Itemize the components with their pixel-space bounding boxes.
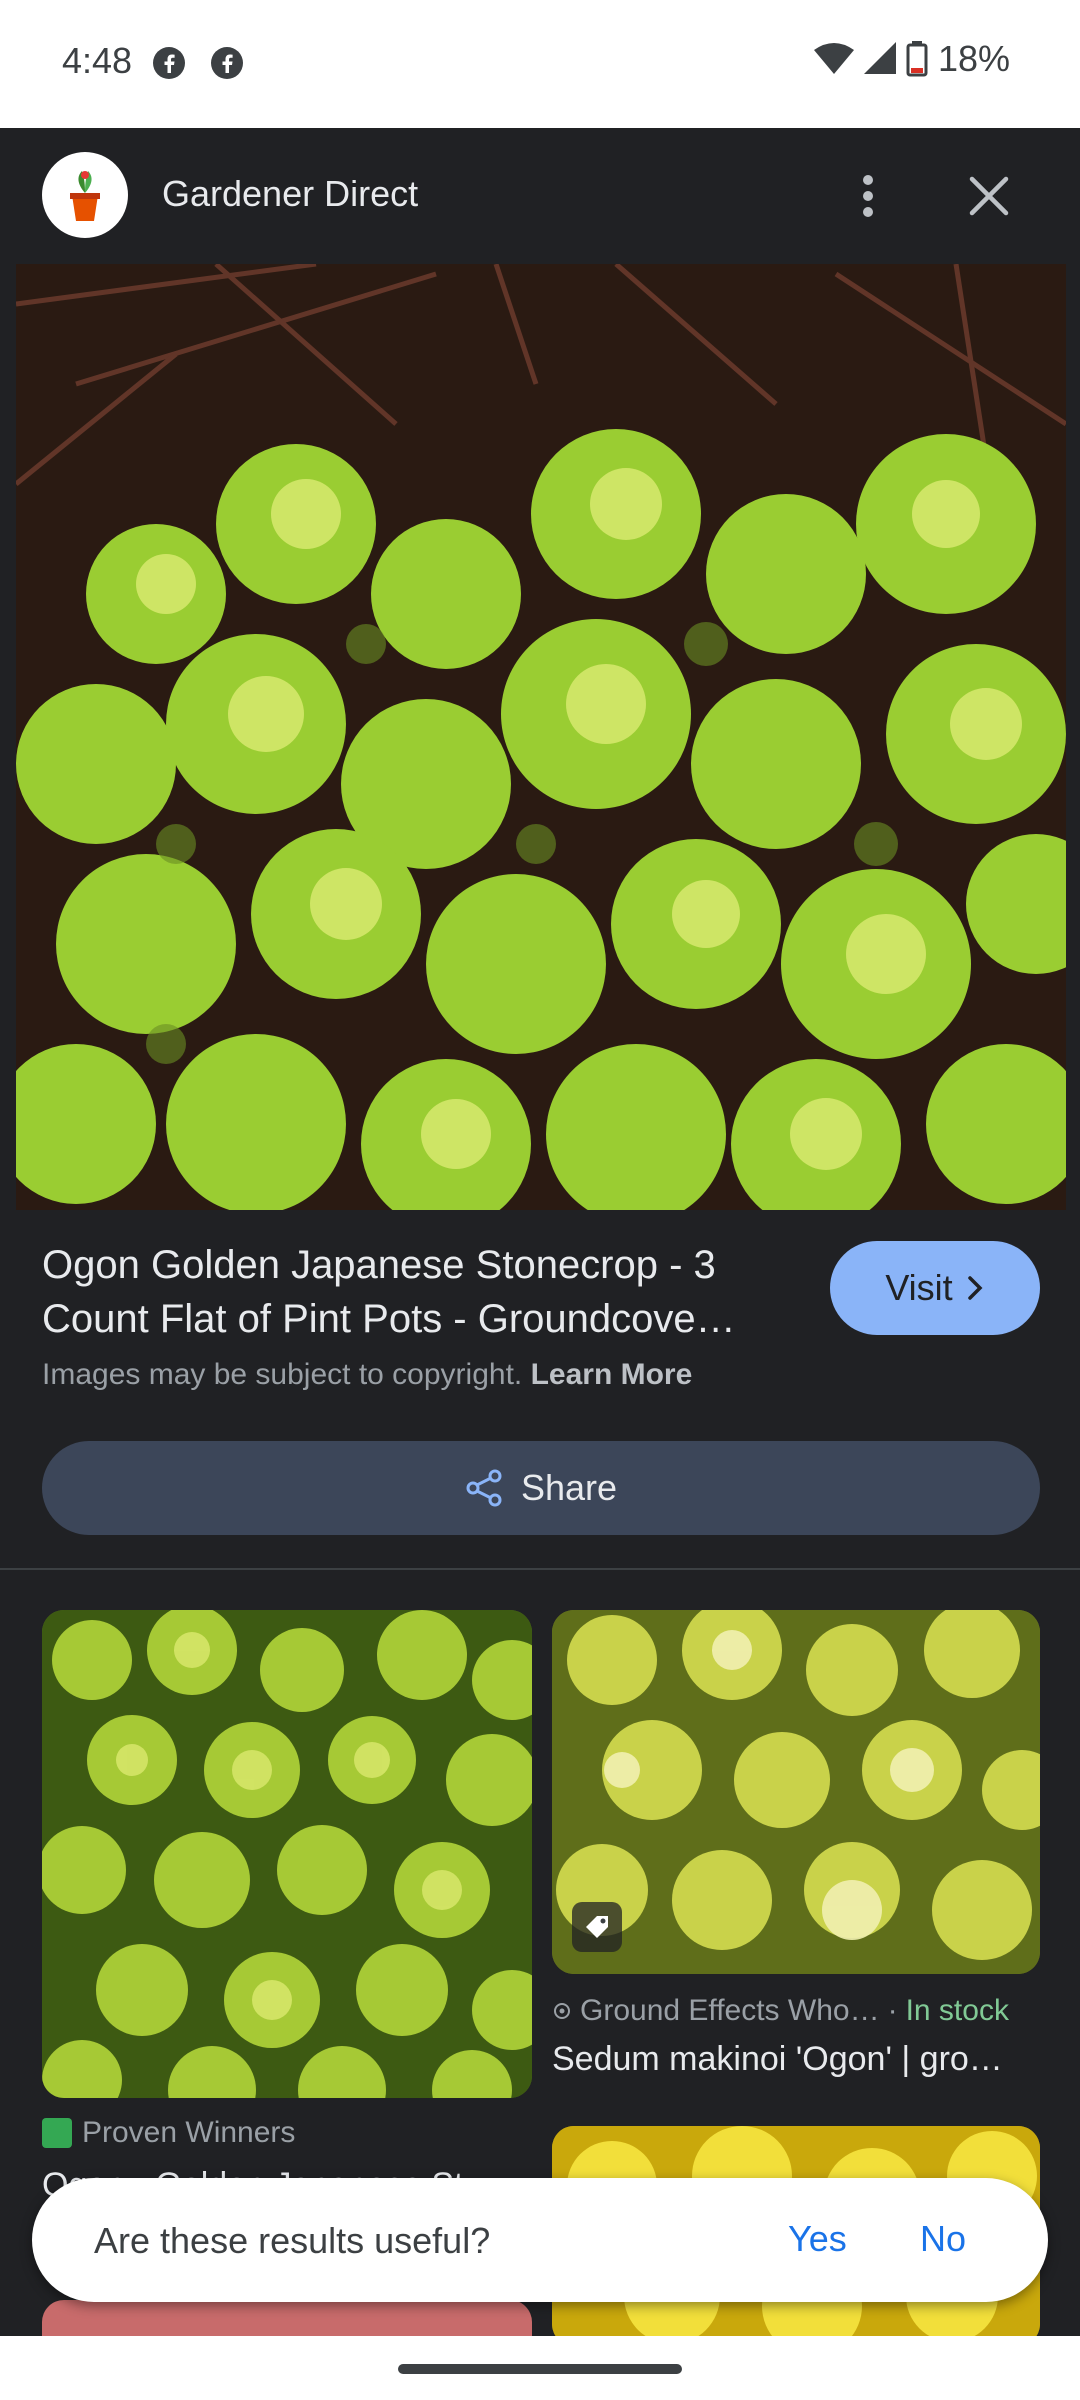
wifi-icon: [813, 43, 854, 74]
related-image[interactable]: [42, 1610, 532, 2098]
facebook-icon: [153, 47, 185, 79]
stonecrop-photo: [16, 264, 1066, 1210]
learn-more-link[interactable]: Learn More: [531, 1358, 693, 1391]
status-icons: 18%: [813, 38, 1010, 80]
chevron-right-icon: [967, 1276, 983, 1300]
result-title-block[interactable]: Ogon Golden Japanese Stonecrop - 3 Count…: [42, 1238, 802, 1346]
visit-label: Visit: [885, 1267, 953, 1308]
plant-pot-icon: [70, 171, 100, 221]
related-source-2: Ground Effects Who… · In stock: [552, 1994, 1009, 2028]
share-icon: [466, 1469, 502, 1507]
main-image[interactable]: [16, 264, 1066, 1210]
battery-percent: 18%: [937, 38, 1010, 79]
stock-status: In stock: [905, 1994, 1009, 2027]
related-photo: [552, 1610, 1040, 1974]
close-button[interactable]: [958, 164, 1020, 228]
site-name[interactable]: Gardener Direct: [162, 173, 418, 215]
visit-button[interactable]: Visit: [830, 1241, 1040, 1335]
feedback-yes-button[interactable]: Yes: [788, 2218, 847, 2260]
product-tag-icon: [572, 1902, 622, 1952]
facebook-icon: [211, 47, 243, 79]
related-image[interactable]: [552, 1610, 1040, 1974]
copyright-text: Images may be subject to copyright.: [42, 1358, 523, 1391]
close-icon: [969, 176, 1009, 216]
source-name: Proven Winners: [82, 2116, 296, 2149]
copyright-notice: Images may be subject to copyright. Lear…: [42, 1358, 692, 1392]
stock-separator: ·: [887, 1994, 898, 2027]
viewer-header: Gardener Direct: [0, 128, 1080, 264]
related-photo: [42, 1610, 532, 2098]
related-source-1: Proven Winners: [42, 2116, 295, 2150]
source-favicon-icon: [554, 2003, 570, 2019]
battery-icon: [906, 41, 928, 77]
tag-icon: [586, 1916, 608, 1938]
result-title[interactable]: Ogon Golden Japanese Stonecrop - 3 Count…: [42, 1238, 802, 1346]
source-name: Ground Effects Who…: [580, 1994, 880, 2027]
more-vert-icon: [863, 175, 873, 217]
site-logo[interactable]: [42, 152, 128, 238]
system-nav-bar: [0, 2336, 1080, 2400]
signal-icon: [863, 42, 896, 74]
section-divider: [0, 1568, 1080, 1570]
status-time: 4:48: [62, 40, 133, 81]
home-gesture-handle[interactable]: [398, 2364, 682, 2374]
feedback-question: Are these results useful?: [94, 2220, 491, 2261]
related-title-2[interactable]: Sedum makinoi 'Ogon' | gro…: [552, 2040, 1040, 2079]
share-label: Share: [520, 1467, 618, 1508]
status-bar: 4:48 18%: [0, 0, 1080, 128]
more-options-button[interactable]: [838, 164, 898, 228]
feedback-prompt: Are these results useful? Yes No: [32, 2178, 1048, 2302]
share-button[interactable]: Share: [42, 1441, 1040, 1535]
feedback-no-button[interactable]: No: [920, 2218, 966, 2260]
leaf-favicon-icon: [42, 2118, 72, 2148]
